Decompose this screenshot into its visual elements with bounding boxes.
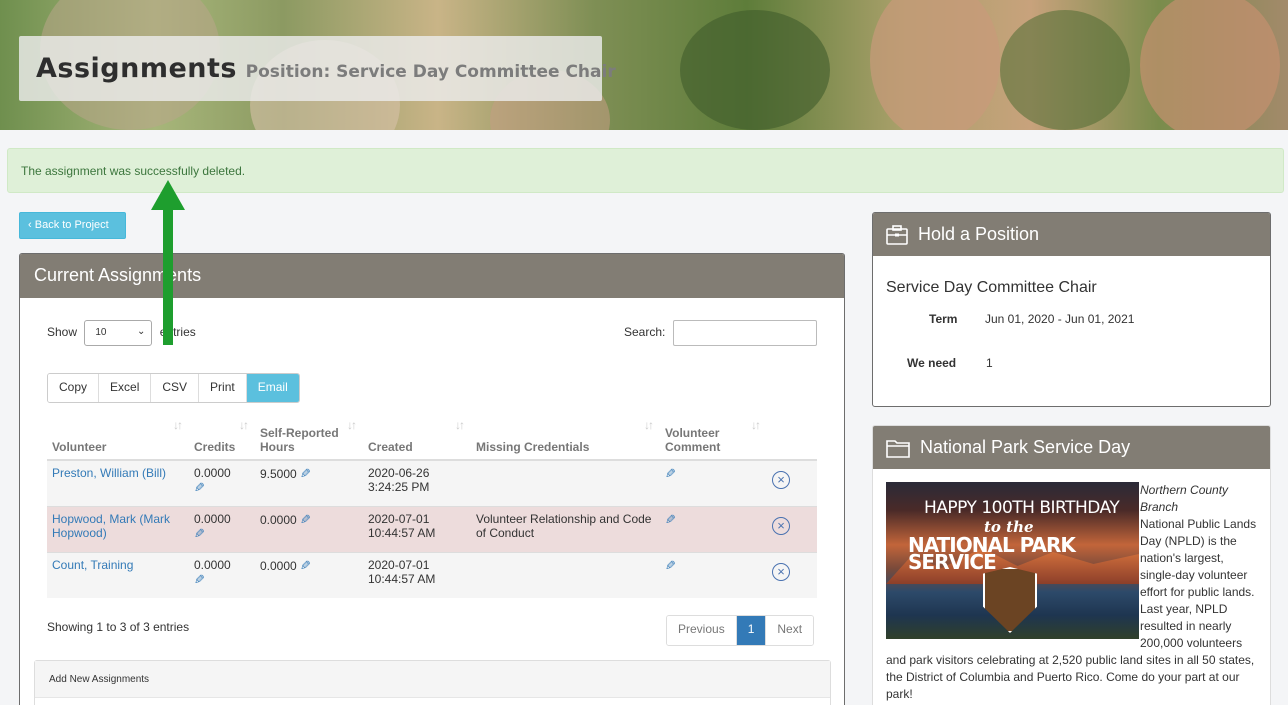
email-button[interactable]: Email [246, 374, 299, 402]
page-title-box: Assignments Position: Service Day Commit… [19, 36, 616, 101]
header-banner: Assignments Position: Service Day Commit… [0, 0, 1288, 130]
page-length-value: 10 [95, 327, 107, 338]
page-1-button[interactable]: 1 [736, 616, 767, 645]
remove-assignment-icon[interactable]: × [772, 562, 790, 581]
we-need-value: 1 [986, 356, 993, 370]
credits-value: 0.0000 [194, 466, 231, 480]
hours-value: 0.0000 [260, 558, 297, 573]
remove-assignment-icon[interactable]: × [772, 516, 790, 535]
created-value: 2020-07-01 10:44:57 AM [368, 511, 436, 540]
sort-icon: ↓↑ [347, 418, 357, 432]
nps-day-heading: National Park Service Day [873, 426, 1270, 469]
column-header-volunteer-comment[interactable]: Volunteer Comment ↓↑ [660, 414, 767, 461]
add-new-assignments-heading[interactable]: Add New Assignments [35, 661, 830, 698]
table-row: Preston, William (Bill) 0.0000 ✎ 9.5000 ✎… [47, 459, 817, 506]
print-button[interactable]: Print [199, 374, 247, 402]
image-text-line3: NATIONAL PARK SERVICE [908, 533, 1076, 574]
search-input[interactable] [672, 320, 817, 346]
edit-credits-pencil-icon[interactable]: ✎ [194, 526, 205, 542]
edit-hours-pencil-icon[interactable]: ✎ [300, 512, 311, 528]
annotation-arrow-icon [151, 180, 185, 345]
sort-icon: ↓↑ [751, 418, 761, 432]
hold-position-heading-text: Hold a Position [918, 224, 1040, 244]
position-title: Service Day Committee Chair [886, 279, 1097, 296]
hold-position-heading: Hold a Position [873, 213, 1270, 256]
column-header-volunteer[interactable]: Volunteer ↓↑ [47, 414, 189, 461]
previous-page-button[interactable]: Previous [667, 616, 737, 645]
term-label: Term [929, 312, 958, 326]
credits-value: 0.0000 [194, 511, 231, 526]
image-text-line1: HAPPY 100TH BIRTHDAY [924, 498, 1120, 518]
nps-day-body: HAPPY 100TH BIRTHDAY to the NATIONAL PAR… [873, 469, 1270, 705]
nps-day-heading-text: National Park Service Day [920, 437, 1131, 457]
page-subtitle: Position: Service Day Committee Chair [245, 62, 616, 82]
copy-button[interactable]: Copy [48, 374, 100, 402]
column-header-missing-credentials[interactable]: Missing Credentials ↓↑ [471, 414, 660, 461]
table-row: Hopwood, Mark (Mark Hopwood) 0.0000 ✎ 0.0… [47, 505, 817, 552]
volunteer-link[interactable]: Preston, William (Bill) [52, 466, 166, 480]
edit-comment-pencil-icon[interactable]: ✎ [665, 466, 676, 482]
edit-hours-pencil-icon[interactable]: ✎ [300, 558, 311, 574]
folder-icon [886, 439, 910, 458]
hold-position-panel: Hold a Position Service Day Committee Ch… [872, 212, 1271, 407]
we-need-label: We need [907, 356, 957, 370]
next-page-button[interactable]: Next [766, 616, 814, 645]
term-value: Jun 01, 2020 - Jun 01, 2021 [985, 312, 1135, 326]
csv-button[interactable]: CSV [151, 374, 200, 402]
chevron-left-icon: ‹ [28, 219, 32, 231]
column-header-hours[interactable]: Self-Reported Hours ↓↑ [255, 414, 363, 461]
current-assignments-heading: Current Assignments [20, 254, 844, 298]
excel-button[interactable]: Excel [99, 374, 152, 402]
assignments-table: Volunteer ↓↑ Credits ↓↑ Self-Reported Hour… [47, 414, 817, 598]
nps-birthday-image: HAPPY 100TH BIRTHDAY to the NATIONAL PAR… [886, 482, 1139, 639]
created-value: 2020-07-01 10:44:57 AM [368, 557, 436, 586]
current-assignments-panel: Current Assignments Show 10 ⌄ entries Se… [19, 253, 845, 705]
table-row: Count, Training 0.0000 ✎ 0.0000 ✎ 2020-07… [47, 551, 817, 598]
edit-comment-pencil-icon[interactable]: ✎ [665, 512, 676, 528]
add-new-assignments-panel: Add New Assignments [34, 660, 831, 705]
edit-credits-pencil-icon[interactable]: ✎ [194, 480, 205, 496]
pagination: Previous 1 Next [666, 615, 815, 646]
edit-credits-pencil-icon[interactable]: ✎ [194, 572, 205, 588]
created-value: 2020-06-26 3:24:25 PM [368, 466, 430, 494]
table-info: Showing 1 to 3 of 3 entries [47, 620, 190, 634]
edit-hours-pencil-icon[interactable]: ✎ [300, 466, 311, 482]
volunteer-link[interactable]: Hopwood, Mark (Mark Hopwood) [52, 512, 170, 540]
search-label: Search: [624, 325, 666, 340]
page-length-select[interactable]: 10 ⌄ [84, 320, 153, 346]
export-button-group: Copy Excel CSV Print Email [47, 373, 300, 403]
column-header-created[interactable]: Created ↓↑ [363, 414, 471, 461]
back-button-label: Back to Project [34, 219, 109, 231]
nps-arrowhead-logo [983, 567, 1037, 633]
hours-value: 0.0000 [260, 512, 297, 527]
sort-icon: ↓↑ [455, 418, 465, 432]
remove-assignment-icon[interactable]: × [772, 471, 790, 489]
alert-message: The assignment was successfully deleted. [21, 164, 246, 178]
page-title: Assignments [36, 53, 237, 84]
show-label: Show [47, 325, 78, 340]
sort-icon: ↓↑ [173, 418, 183, 432]
volunteer-link[interactable]: Count, Training [52, 558, 133, 572]
briefcase-icon [886, 224, 908, 245]
success-alert: The assignment was successfully deleted. [7, 148, 1284, 193]
column-header-credits[interactable]: Credits ↓↑ [189, 414, 255, 461]
sort-icon: ↓↑ [644, 418, 654, 432]
nps-day-panel: National Park Service Day HAPPY 100TH BI… [872, 425, 1271, 705]
edit-comment-pencil-icon[interactable]: ✎ [665, 558, 676, 574]
missing-credentials-value: Volunteer Relationship and Code of Condu… [476, 511, 652, 540]
chevron-down-icon: ⌄ [136, 326, 146, 337]
back-to-project-button[interactable]: ‹ Back to Project [19, 212, 126, 239]
search-control: Search: [624, 320, 817, 346]
credits-value: 0.0000 [194, 557, 231, 572]
column-header-actions [767, 414, 817, 461]
hours-value: 9.5000 [260, 467, 297, 481]
sort-icon: ↓↑ [239, 418, 249, 432]
